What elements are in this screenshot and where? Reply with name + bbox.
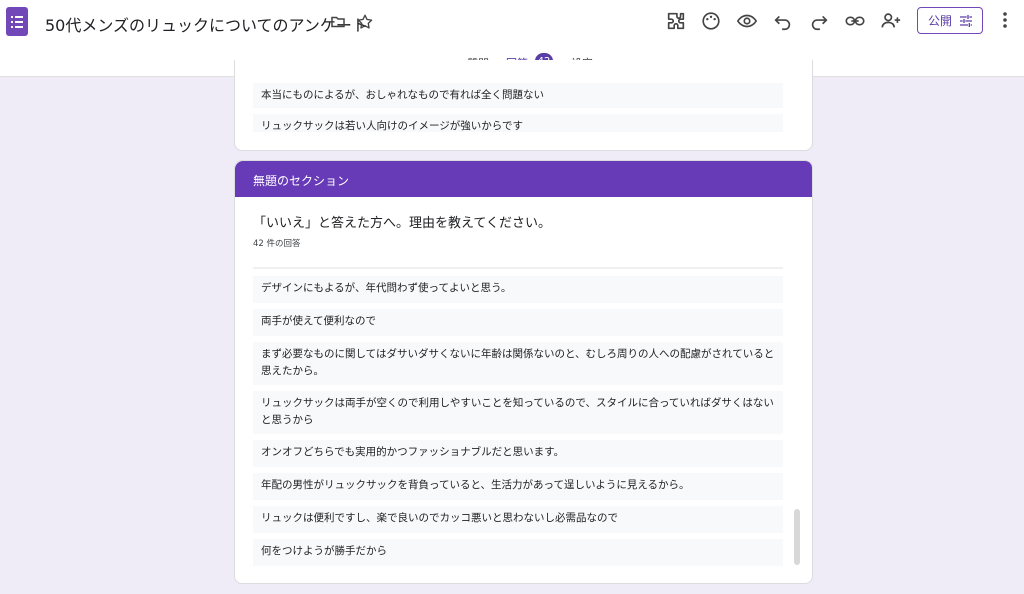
section-card: 無題のセクション 「いいえ」と答えた方へ。理由を教えてください。 42 件の回答…	[234, 160, 813, 584]
addon-puzzle-icon[interactable]	[665, 10, 687, 32]
link-icon[interactable]	[844, 10, 866, 32]
list-top-edge	[253, 267, 783, 269]
preview-eye-icon[interactable]	[736, 10, 758, 32]
answers-scrollbar-thumb[interactable]	[794, 509, 800, 565]
add-collaborator-icon[interactable]	[880, 10, 902, 32]
list-item: 年配の男性がリュックサックを背負っていると、生活力があって逞しいように見えるから…	[253, 473, 783, 500]
response-count: 42 件の回答	[253, 239, 301, 249]
document-title[interactable]: 50代メンズのリュックについてのアンケート	[45, 12, 368, 36]
list-item: デザインにもよるが、年代問わず使ってよいと思う。	[253, 276, 783, 303]
list-item: オンオフどちらでも実用的かつファッショナブルだと思います。	[253, 440, 783, 467]
question-title: 「いいえ」と答えた方へ。理由を教えてください。	[253, 216, 551, 231]
list-item: 何をつけようが勝手だから	[253, 539, 783, 566]
section-header: 無題のセクション	[235, 161, 812, 197]
previous-question-card: 本当にものによるが、おしゃれなもので有れば全く問題ない リュックサックは若い人向…	[234, 60, 813, 151]
more-options-icon[interactable]	[997, 9, 1013, 31]
list-item: リュックサックは両手が空くので利用しやすいことを知っているので、スタイルに合って…	[253, 391, 783, 434]
redo-icon[interactable]	[808, 10, 830, 32]
list-item: 両手が使えて便利なので	[253, 309, 783, 336]
star-icon[interactable]	[356, 13, 374, 31]
publish-label: 公開	[928, 14, 953, 28]
forms-logo-icon[interactable]	[6, 7, 28, 36]
folder-icon[interactable]	[329, 13, 347, 31]
palette-icon[interactable]	[700, 10, 722, 32]
publish-button[interactable]: 公開	[917, 7, 983, 34]
list-item: リュックサックは若い人向けのイメージが強いからです	[253, 114, 783, 132]
tune-icon	[960, 15, 972, 27]
list-item: リュックは便利ですし、楽で良いのでカッコ悪いと思わないし必需品なので	[253, 506, 783, 533]
undo-icon[interactable]	[772, 10, 794, 32]
list-item: まず必要なものに関してはダサいダサくないに年齢は関係ないのと、むしろ周りの人への…	[253, 342, 783, 385]
list-item: 本当にものによるが、おしゃれなもので有れば全く問題ない	[253, 83, 783, 108]
section-title: 無題のセクション	[253, 174, 350, 188]
